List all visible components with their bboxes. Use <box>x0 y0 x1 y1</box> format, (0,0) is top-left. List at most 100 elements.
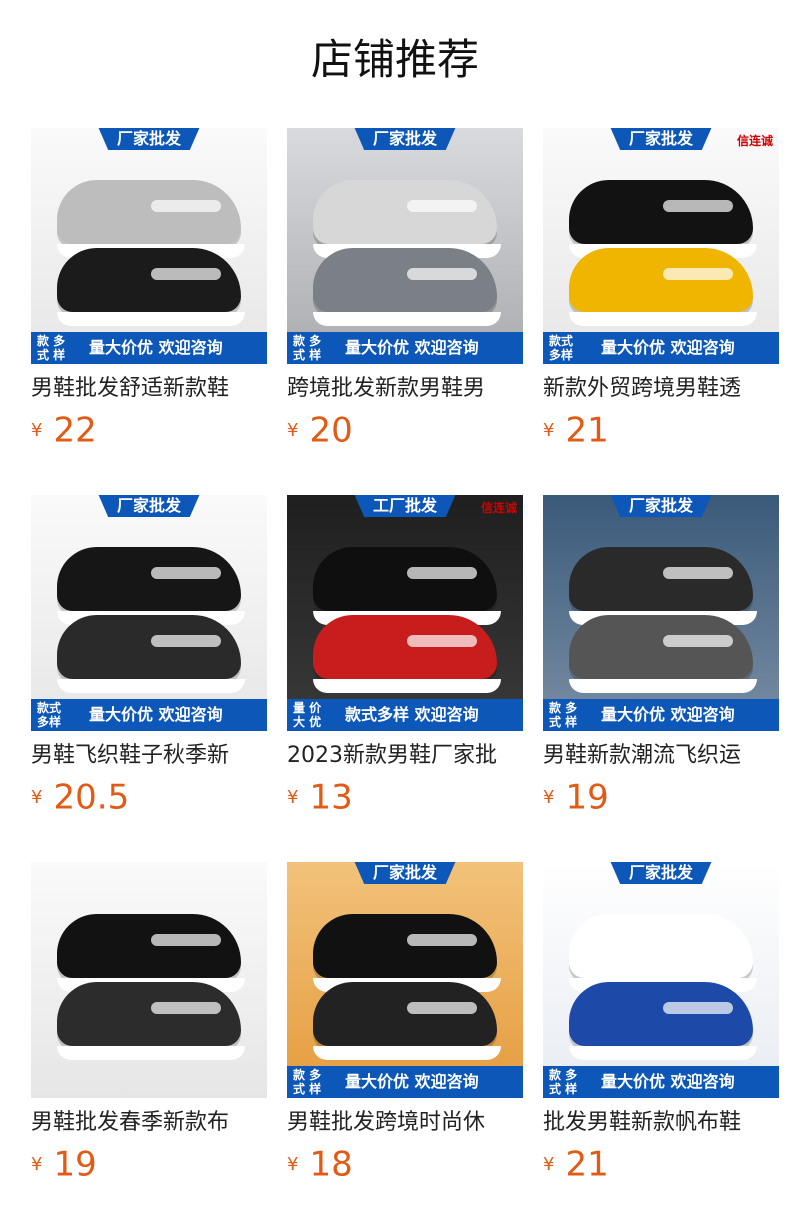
currency-symbol: ¥ <box>543 1153 555 1175</box>
price-amount: 22 <box>53 410 97 451</box>
product-title[interactable]: 男鞋批发舒适新款鞋 <box>31 374 267 404</box>
shoe-laces <box>407 934 477 946</box>
shoe-graphic <box>57 914 241 978</box>
currency-symbol: ¥ <box>287 1153 299 1175</box>
product-title[interactable]: 男鞋新款潮流飞织运 <box>543 741 779 771</box>
promo-bottom-left: 款 多 式 样 <box>549 1068 578 1096</box>
product-image[interactable]: 厂家批发 款 多 式 样 量大价优 欢迎咨询 <box>543 862 779 1098</box>
currency-symbol: ¥ <box>543 786 555 808</box>
product-price: ¥ 21 <box>543 410 779 451</box>
promo-top-banner: 厂家批发 <box>98 128 200 150</box>
price-amount: 19 <box>565 777 609 818</box>
product-price: ¥ 19 <box>31 1144 267 1185</box>
corner-tag: 信连诚 <box>480 501 517 515</box>
product-image[interactable]: 厂家批发 信连诚 款式 多样 量大价优 欢迎咨询 <box>543 128 779 364</box>
product-card[interactable]: 厂家批发 款 多 式 样 量大价优 欢迎咨询 跨境批发新款男鞋男 ¥ 20 <box>287 128 523 451</box>
shoe-laces <box>407 567 477 579</box>
price-amount: 19 <box>53 1144 97 1185</box>
shoe-graphic <box>569 615 753 679</box>
shoe-laces <box>151 1002 221 1014</box>
promo-bottom-banner: 款式 多样 量大价优 欢迎咨询 <box>31 699 267 731</box>
shoe-graphic <box>57 248 241 312</box>
shoe-graphic <box>313 982 497 1046</box>
product-card[interactable]: 厂家批发 款 多 式 样 量大价优 欢迎咨询 批发男鞋新款帆布鞋 ¥ 21 <box>543 862 779 1185</box>
product-card[interactable]: 男鞋批发春季新款布 ¥ 19 <box>31 862 267 1185</box>
product-title[interactable]: 批发男鞋新款帆布鞋 <box>543 1108 779 1138</box>
shoe-laces <box>407 268 477 280</box>
product-card[interactable]: 工厂批发 信连诚 量 价 大 优 款式多样 欢迎咨询 2023新款男鞋厂家批 ¥… <box>287 495 523 818</box>
promo-bottom-banner: 款 多 式 样 量大价优 欢迎咨询 <box>543 1066 779 1098</box>
promo-top-banner: 厂家批发 <box>610 128 712 150</box>
price-amount: 20.5 <box>53 777 130 818</box>
corner-tag: 信连诚 <box>736 134 773 148</box>
product-card[interactable]: 厂家批发 款式 多样 量大价优 欢迎咨询 男鞋飞织鞋子秋季新 ¥ 20.5 <box>31 495 267 818</box>
currency-symbol: ¥ <box>287 786 299 808</box>
promo-top-banner: 工厂批发 <box>354 495 456 517</box>
promo-bottom-banner: 款式 多样 量大价优 欢迎咨询 <box>543 332 779 364</box>
currency-symbol: ¥ <box>31 786 43 808</box>
product-image[interactable]: 厂家批发 款 多 式 样 量大价优 欢迎咨询 <box>287 128 523 364</box>
product-title[interactable]: 2023新款男鞋厂家批 <box>287 741 523 771</box>
shoe-laces <box>151 200 221 212</box>
product-image[interactable]: 工厂批发 信连诚 量 价 大 优 款式多样 欢迎咨询 <box>287 495 523 731</box>
product-image[interactable]: 厂家批发 款 多 式 样 量大价优 欢迎咨询 <box>543 495 779 731</box>
shoe-graphic <box>313 547 497 611</box>
promo-bottom-left: 款式 多样 <box>549 334 574 362</box>
product-card[interactable]: 厂家批发 款 多 式 样 量大价优 欢迎咨询 男鞋批发舒适新款鞋 ¥ 22 <box>31 128 267 451</box>
currency-symbol: ¥ <box>287 419 299 441</box>
promo-bottom-right: 量大价优 欢迎咨询 <box>601 705 735 724</box>
product-price: ¥ 18 <box>287 1144 523 1185</box>
product-grid: 厂家批发 款 多 式 样 量大价优 欢迎咨询 男鞋批发舒适新款鞋 ¥ 22 厂家… <box>0 0 790 1230</box>
shoe-laces <box>151 635 221 647</box>
product-title[interactable]: 跨境批发新款男鞋男 <box>287 374 523 404</box>
shoe-sole <box>569 312 757 326</box>
currency-symbol: ¥ <box>31 1153 43 1175</box>
promo-bottom-left: 款 多 式 样 <box>293 1068 322 1096</box>
product-image[interactable]: 厂家批发 款 多 式 样 量大价优 欢迎咨询 <box>287 862 523 1098</box>
product-title[interactable]: 新款外贸跨境男鞋透 <box>543 374 779 404</box>
price-amount: 21 <box>565 1144 609 1185</box>
promo-bottom-banner: 款 多 式 样 量大价优 欢迎咨询 <box>31 332 267 364</box>
promo-top-banner: 厂家批发 <box>354 862 456 884</box>
shoe-graphic <box>569 248 753 312</box>
product-card[interactable]: 厂家批发 款 多 式 样 量大价优 欢迎咨询 男鞋新款潮流飞织运 ¥ 19 <box>543 495 779 818</box>
price-amount: 13 <box>309 777 353 818</box>
product-price: ¥ 19 <box>543 777 779 818</box>
product-card[interactable]: 厂家批发 信连诚 款式 多样 量大价优 欢迎咨询 新款外贸跨境男鞋透 ¥ 21 <box>543 128 779 451</box>
shoe-laces <box>151 567 221 579</box>
shoe-graphic <box>57 982 241 1046</box>
product-price: ¥ 22 <box>31 410 267 451</box>
promo-bottom-right: 量大价优 欢迎咨询 <box>89 705 223 724</box>
product-price: ¥ 21 <box>543 1144 779 1185</box>
shoe-sole <box>569 679 757 693</box>
shoe-sole <box>313 1046 501 1060</box>
product-image[interactable]: 厂家批发 款 多 式 样 量大价优 欢迎咨询 <box>31 128 267 364</box>
shoe-laces <box>151 934 221 946</box>
promo-bottom-banner: 款 多 式 样 量大价优 欢迎咨询 <box>543 699 779 731</box>
product-title[interactable]: 男鞋飞织鞋子秋季新 <box>31 741 267 771</box>
product-card[interactable]: 厂家批发 款 多 式 样 量大价优 欢迎咨询 男鞋批发跨境时尚休 ¥ 18 <box>287 862 523 1185</box>
promo-top-banner: 厂家批发 <box>354 128 456 150</box>
promo-bottom-left: 量 价 大 优 <box>293 701 322 729</box>
product-price: ¥ 13 <box>287 777 523 818</box>
product-price: ¥ 20.5 <box>31 777 267 818</box>
promo-bottom-right: 量大价优 欢迎咨询 <box>345 1072 479 1091</box>
shoe-laces <box>407 200 477 212</box>
shoe-graphic <box>313 248 497 312</box>
shoe-graphic <box>57 547 241 611</box>
shoe-laces <box>663 635 733 647</box>
shoe-graphic <box>569 914 753 978</box>
shoe-laces <box>663 200 733 212</box>
product-title[interactable]: 男鞋批发春季新款布 <box>31 1108 267 1138</box>
promo-top-banner: 厂家批发 <box>610 862 712 884</box>
promo-bottom-left: 款 多 式 样 <box>293 334 322 362</box>
product-title[interactable]: 男鞋批发跨境时尚休 <box>287 1108 523 1138</box>
product-image[interactable] <box>31 862 267 1098</box>
shoe-graphic <box>57 615 241 679</box>
shoe-laces <box>151 268 221 280</box>
shoe-sole <box>57 1046 245 1060</box>
product-image[interactable]: 厂家批发 款式 多样 量大价优 欢迎咨询 <box>31 495 267 731</box>
shoe-laces <box>663 567 733 579</box>
shoe-laces <box>663 268 733 280</box>
price-amount: 20 <box>309 410 353 451</box>
